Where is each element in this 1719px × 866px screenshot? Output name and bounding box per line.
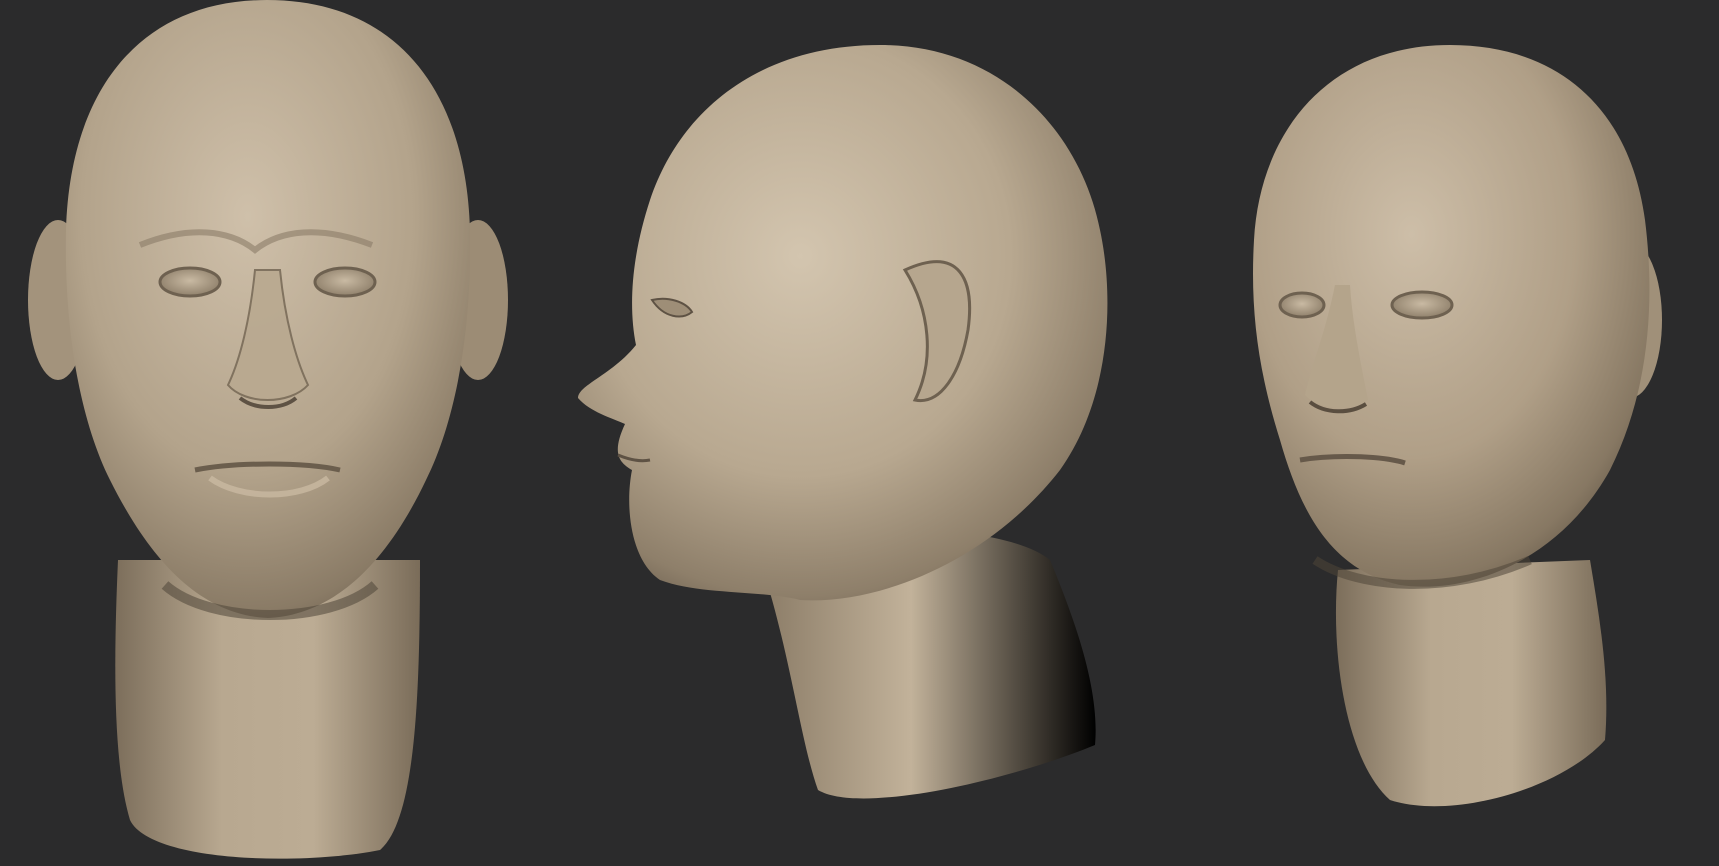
front-right-eye <box>313 266 377 298</box>
front-left-eye <box>158 266 222 298</box>
head-three-quarter-view <box>1253 45 1662 807</box>
head-front-view <box>28 0 508 859</box>
three-quarter-right-eye <box>1390 290 1454 320</box>
three-quarter-left-eye <box>1278 291 1326 319</box>
sculpt-viewport <box>0 0 1719 866</box>
profile-head <box>578 45 1108 601</box>
head-profile-view <box>578 45 1108 799</box>
head-sculpt-renders <box>28 0 1662 859</box>
three-quarter-neck <box>1335 560 1607 807</box>
